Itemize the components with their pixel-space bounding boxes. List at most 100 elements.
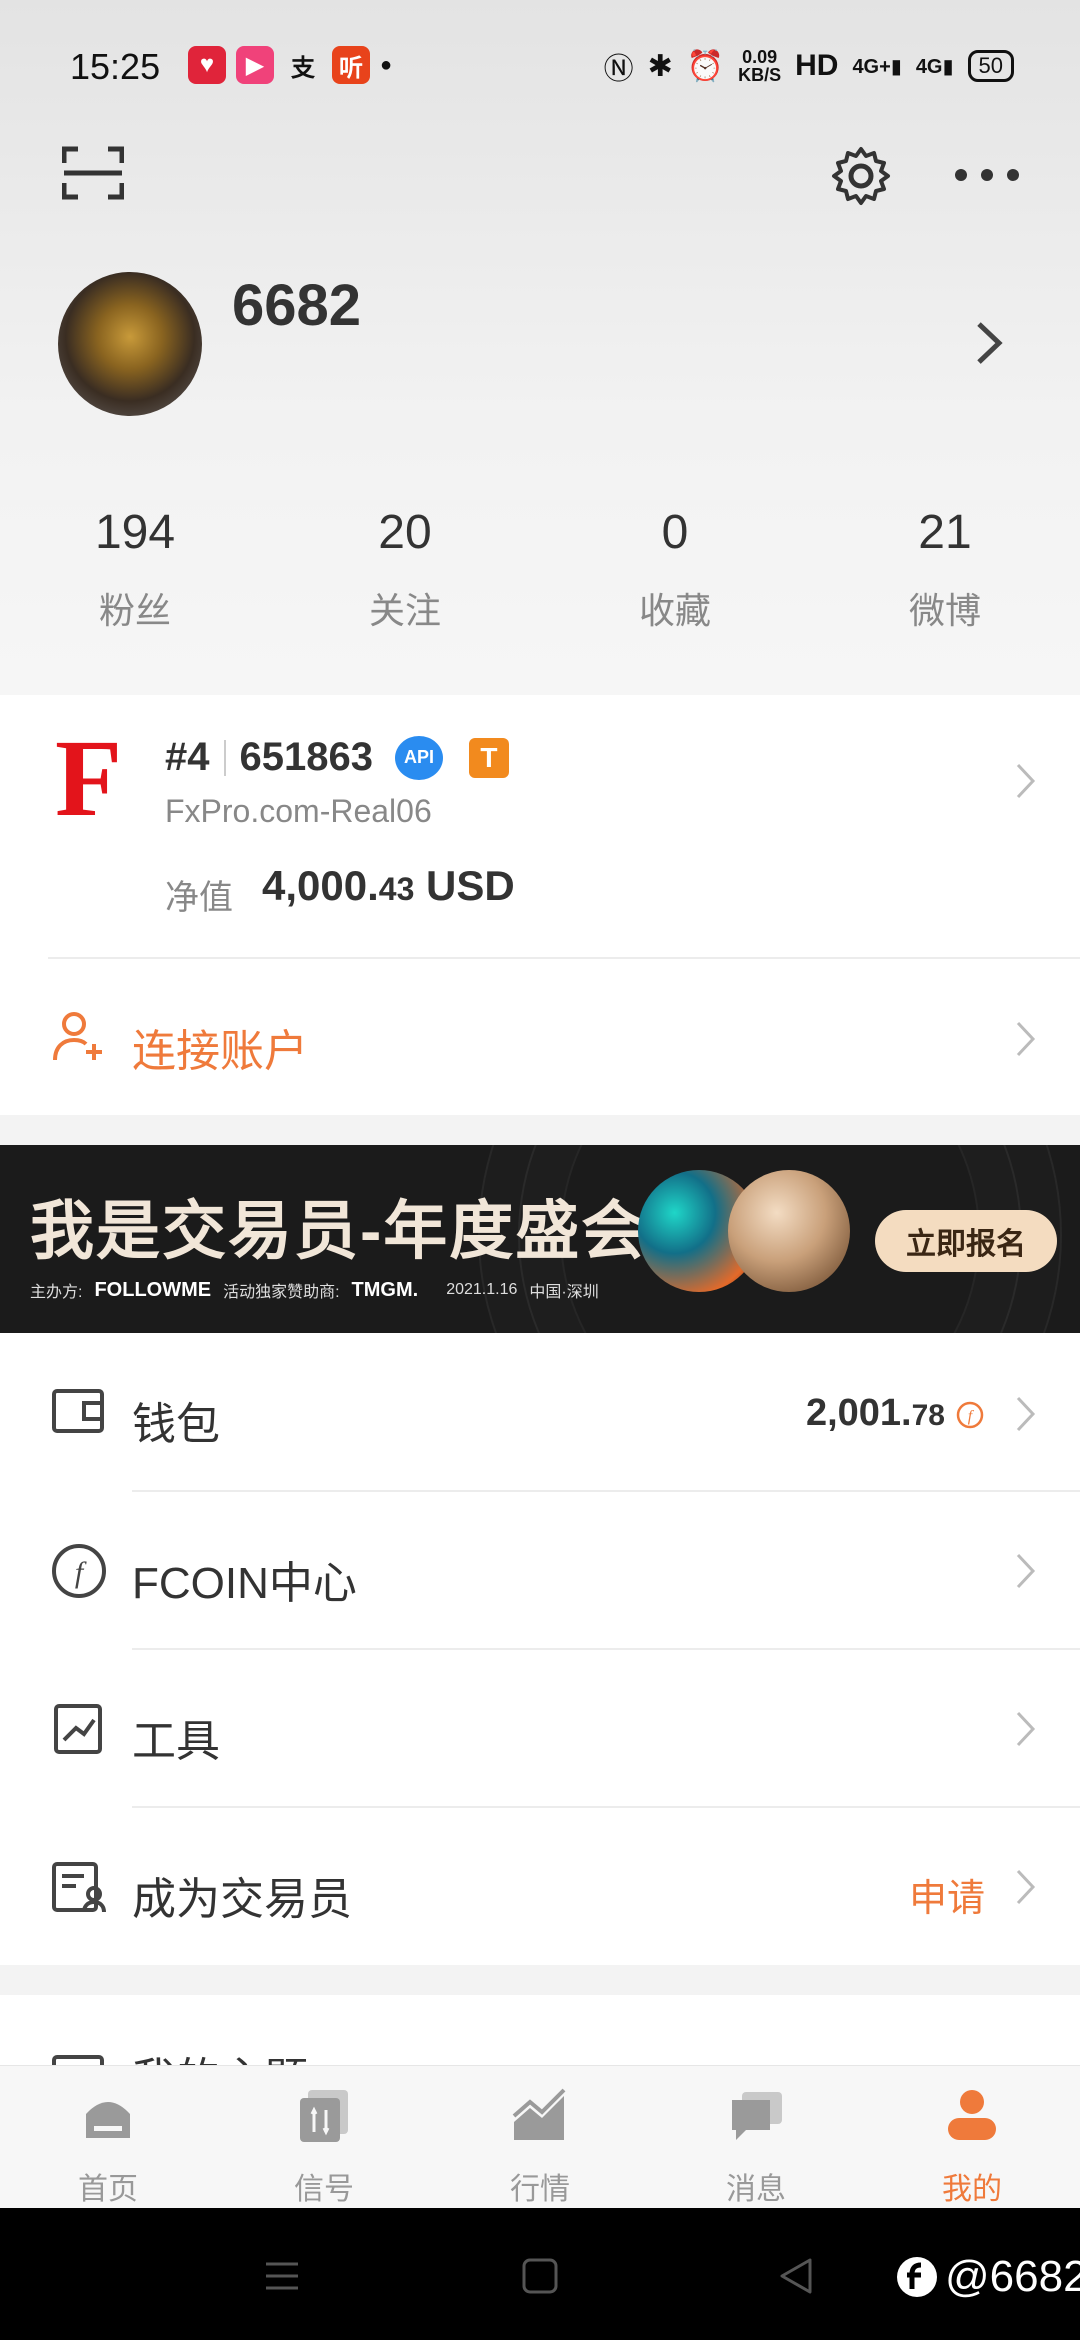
signal-icon xyxy=(300,2090,348,2142)
profile-icon xyxy=(948,2090,996,2140)
chevron-right-icon[interactable] xyxy=(975,320,1005,366)
signal1-label: 4G+ xyxy=(852,55,891,78)
tab-label: 行情 xyxy=(510,2173,570,2206)
stat-value: 0 xyxy=(661,506,689,559)
account-server: FxPro.com-Real06 xyxy=(165,793,432,829)
dot-icon: ● xyxy=(380,53,393,76)
chevron-right-icon[interactable] xyxy=(1015,1395,1037,1433)
account-rank: #4 xyxy=(165,735,210,779)
battery-icon: 50 xyxy=(967,50,1014,82)
my-topics-label: 我的主题 xyxy=(132,2043,308,2065)
stat-posts[interactable]: 21 微博 xyxy=(810,505,1080,634)
organizer-label: 主办方: xyxy=(30,1284,83,1301)
stat-favorites[interactable]: 0 收藏 xyxy=(540,505,810,634)
sponsor: TMGM. xyxy=(351,1278,419,1301)
separator xyxy=(223,739,226,776)
net-value-dec: 43 xyxy=(378,871,415,907)
signal-4g: 4G▮ xyxy=(915,55,954,78)
banner-sphere xyxy=(728,1170,850,1292)
become-trader-label: 成为交易员 xyxy=(132,1875,352,1924)
chevron-right-icon[interactable] xyxy=(1015,762,1037,800)
tab-label: 我的 xyxy=(942,2173,1002,2206)
account-title: #4 651863 API T xyxy=(165,735,509,780)
my-topics-row[interactable]: 我的主题 xyxy=(0,1995,1080,2065)
fcoin-center-label: FCOIN中心 xyxy=(132,1559,357,1608)
tab-market[interactable]: 行情 xyxy=(432,2066,648,2209)
broker-logo: F xyxy=(55,717,123,839)
stat-followers[interactable]: 194 粉丝 xyxy=(0,505,270,634)
banner-subtitle: 主办方: FOLLOWME 活动独家赞助商: TMGM. 2021.1.16 中… xyxy=(30,1278,599,1302)
stat-value: 194 xyxy=(94,506,176,559)
chevron-right-icon[interactable] xyxy=(1015,1020,1037,1058)
stat-following[interactable]: 20 关注 xyxy=(270,505,540,634)
trader-icon xyxy=(52,1862,106,1913)
username[interactable]: 6682 xyxy=(232,272,361,339)
bluetooth-icon: ✱ xyxy=(647,49,673,83)
stat-value: 20 xyxy=(378,506,432,559)
net-value-label: 净值 xyxy=(165,879,233,917)
tab-signal[interactable]: 信号 xyxy=(216,2066,432,2209)
tab-home[interactable]: 首页 xyxy=(0,2066,216,2209)
status-indicators: Ⓝ ✱ ⏰ 0.09 KB/S HD 4G+▮ 4G▮ 50 xyxy=(604,44,1014,88)
add-user-icon xyxy=(53,1012,102,1061)
stat-label: 关注 xyxy=(368,590,441,631)
notification-icons: ♥ ▶ 支 听 ● xyxy=(188,46,392,84)
hd-label: HD xyxy=(795,49,839,82)
tab-profile[interactable]: 我的 xyxy=(864,2066,1080,2209)
menu-icon[interactable] xyxy=(262,2256,302,2296)
signal2-label: 4G xyxy=(915,55,943,78)
nfc-icon: Ⓝ xyxy=(603,53,634,86)
video-icon: ▶ xyxy=(236,46,274,84)
chevron-right-icon[interactable] xyxy=(1015,1552,1037,1590)
tools-label: 工具 xyxy=(132,1717,220,1766)
signal-4g-plus: 4G+▮ xyxy=(852,55,902,78)
more-menu-icon[interactable] xyxy=(955,160,1025,190)
apply-link[interactable]: 申请 xyxy=(909,1867,985,1922)
sponsor-label: 活动独家赞助商: xyxy=(223,1284,340,1301)
stat-label: 微博 xyxy=(908,590,981,631)
net-value-currency: USD xyxy=(414,862,515,909)
net-value: 4,000.43 USD xyxy=(262,862,515,910)
stat-value: 21 xyxy=(918,506,972,559)
tab-label: 首页 xyxy=(78,2173,138,2206)
profile-stats: 194 粉丝 20 关注 0 收藏 21 微博 xyxy=(0,505,1080,634)
chevron-right-icon[interactable] xyxy=(1015,1868,1037,1906)
message-icon xyxy=(732,2092,782,2140)
followme-logo-icon xyxy=(897,2257,937,2297)
tab-messages[interactable]: 消息 xyxy=(648,2066,864,2209)
api-badge: API xyxy=(394,735,443,780)
back-icon[interactable] xyxy=(776,2256,816,2296)
svg-text:f: f xyxy=(75,1556,87,1589)
net-speed: 0.09 KB/S xyxy=(738,48,781,84)
topics-icon xyxy=(52,2055,104,2065)
organizer: FOLLOWME xyxy=(94,1278,212,1301)
status-bar: 15:25 ♥ ▶ 支 听 ● Ⓝ ✱ ⏰ 0.09 KB/S HD 4G+▮ … xyxy=(0,0,1080,130)
pinduoduo-icon: ♥ xyxy=(188,46,226,84)
wallet-label: 钱包 xyxy=(132,1400,220,1449)
avatar[interactable] xyxy=(58,272,202,416)
tools-icon xyxy=(54,1704,102,1754)
net-speed-value: 0.09 xyxy=(742,47,778,67)
home-nav-icon[interactable] xyxy=(520,2256,560,2296)
divider xyxy=(48,957,1080,959)
alipay-icon: 支 xyxy=(291,54,315,82)
alarm-icon: ⏰ xyxy=(686,49,725,83)
scan-icon[interactable] xyxy=(62,145,124,201)
banner-title: 我是交易员-年度盛会 xyxy=(30,1195,648,1267)
register-button[interactable]: 立即报名 xyxy=(875,1210,1057,1272)
fcoin-icon: f xyxy=(956,1401,984,1429)
wallet-int: 2,001. xyxy=(805,1392,912,1434)
status-time: 15:25 xyxy=(70,46,161,87)
svg-text:f: f xyxy=(968,1408,975,1425)
account-number: 651863 xyxy=(239,735,373,779)
wallet-balance: 2,001.78 xyxy=(806,1392,945,1435)
bottom-tab-bar: 首页 信号 行情 消息 我的 xyxy=(0,2065,1080,2208)
tab-label: 消息 xyxy=(726,2173,786,2206)
wallet-dec: 78 xyxy=(911,1399,945,1432)
battery-level: 50 xyxy=(978,53,1003,78)
event-location: 中国·深圳 xyxy=(529,1284,599,1301)
chevron-right-icon[interactable] xyxy=(1015,1710,1037,1748)
stat-label: 粉丝 xyxy=(98,590,171,631)
gear-icon[interactable] xyxy=(830,145,892,207)
listen-icon: 听 xyxy=(332,46,370,84)
